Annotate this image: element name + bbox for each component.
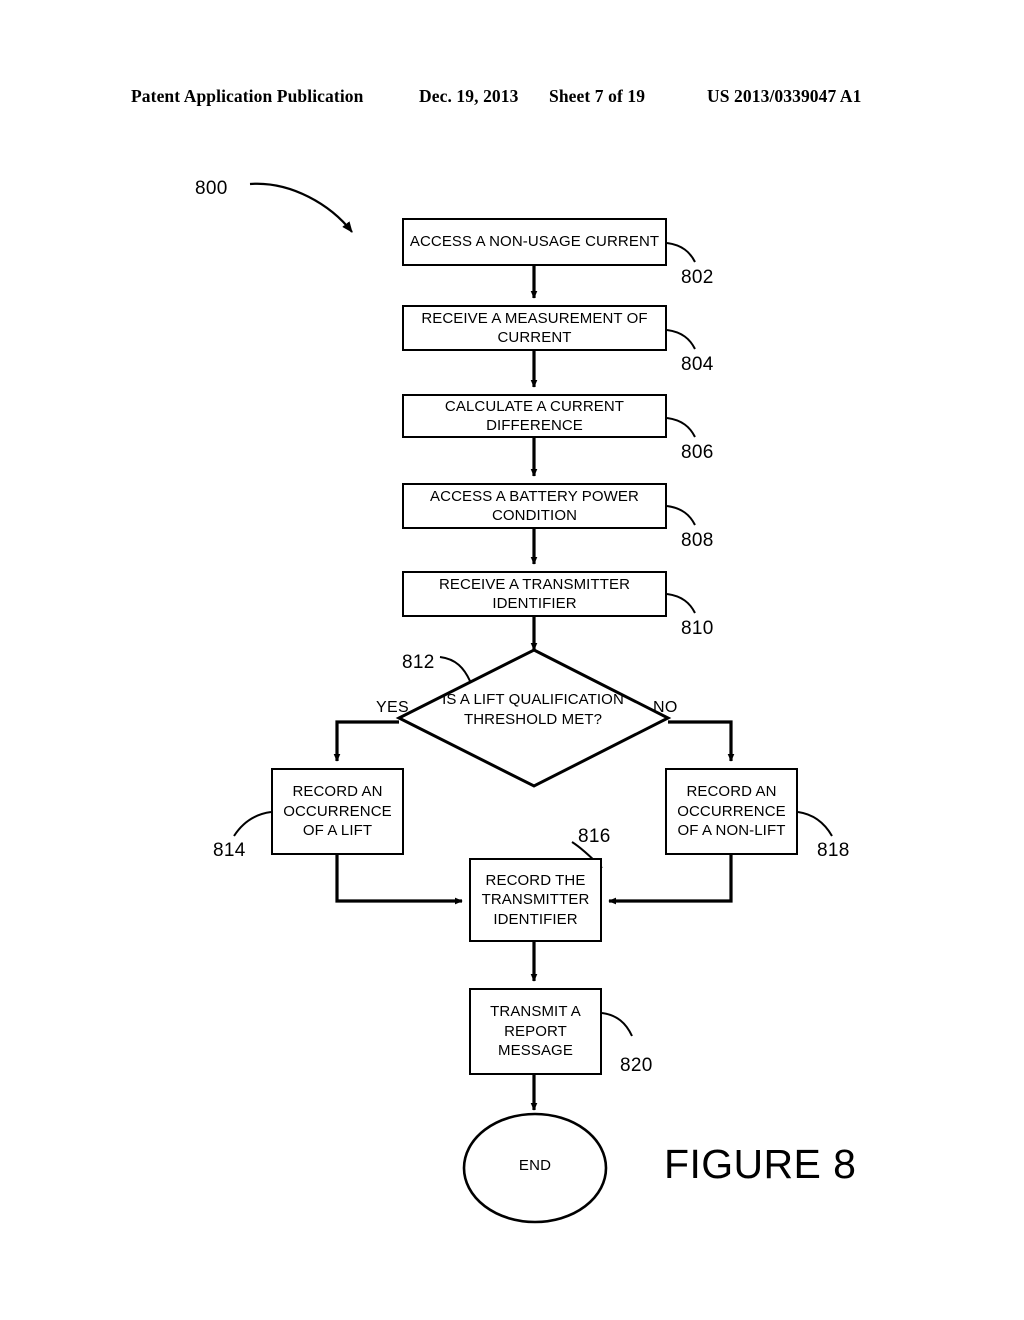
process-box-818-label: RECORD AN OCCURRENCE OF A NON-LIFT <box>677 783 786 840</box>
reference-numeral-816: 816 <box>578 826 611 847</box>
process-box-806-label: CALCULATE A CURRENT DIFFERENCE <box>444 397 625 435</box>
process-box-802[interactable]: ACCESS A NON-USAGE CURRENT <box>402 218 667 266</box>
reference-numeral-814: 814 <box>213 840 246 861</box>
terminator-end-label: END <box>518 1157 552 1174</box>
reference-numeral-818: 818 <box>817 840 850 861</box>
process-box-806[interactable]: CALCULATE A CURRENT DIFFERENCE <box>402 394 667 438</box>
process-box-820[interactable]: TRANSMIT A REPORT MESSAGE <box>469 988 602 1075</box>
branch-label-no: NO <box>653 699 678 716</box>
process-box-816-label: RECORD THE TRANSMITTER IDENTIFIER <box>481 871 590 928</box>
ref-leader-812 <box>439 656 471 682</box>
process-box-820-label: TRANSMIT A REPORT MESSAGE <box>490 1003 581 1060</box>
process-box-810[interactable]: RECEIVE A TRANSMITTER IDENTIFIER <box>402 571 667 617</box>
reference-numeral-820: 820 <box>620 1055 653 1076</box>
connector-yes-814 <box>333 720 399 762</box>
ref-leader-806 <box>666 417 696 438</box>
ref-leader-818 <box>797 811 833 837</box>
ref-leader-814 <box>233 811 272 837</box>
process-box-802-label: ACCESS A NON-USAGE CURRENT <box>409 233 660 251</box>
figure-caption: FIGURE 8 <box>664 1141 857 1187</box>
process-box-804[interactable]: RECEIVE A MEASUREMENT OF CURRENT <box>402 305 667 351</box>
ref-leader-820 <box>601 1012 633 1037</box>
ref-leader-802 <box>666 242 696 263</box>
process-box-804-label: RECEIVE A MEASUREMENT OF CURRENT <box>421 309 648 347</box>
flowchart-figure: ACCESS A NON-USAGE CURRENT RECEIVE A MEA… <box>0 0 1024 1320</box>
reference-numeral-804: 804 <box>681 354 714 375</box>
ref-leader-810 <box>666 593 696 614</box>
connector-no-818 <box>668 720 735 762</box>
reference-numeral-802: 802 <box>681 267 714 288</box>
reference-numeral-808: 808 <box>681 530 714 551</box>
process-box-814[interactable]: RECORD AN OCCURRENCE OF A LIFT <box>271 768 404 855</box>
flow-label-leader-800 <box>249 182 353 233</box>
process-box-808-label: ACCESS A BATTERY POWER CONDITION <box>430 487 639 525</box>
reference-numeral-810: 810 <box>681 618 714 639</box>
connector-818-816 <box>608 855 733 905</box>
process-box-808[interactable]: ACCESS A BATTERY POWER CONDITION <box>402 483 667 529</box>
ref-leader-808 <box>666 505 696 526</box>
reference-numeral-806: 806 <box>681 442 714 463</box>
process-box-818[interactable]: RECORD AN OCCURRENCE OF A NON-LIFT <box>665 768 798 855</box>
reference-numeral-800: 800 <box>195 178 228 199</box>
process-box-810-label: RECEIVE A TRANSMITTER IDENTIFIER <box>438 575 631 613</box>
connector-814-816 <box>335 855 463 905</box>
decision-box-812-label: IS A LIFT QUALIFICATION THRESHOLD MET? <box>442 691 624 728</box>
flowchart-connectors <box>233 182 833 1224</box>
branch-label-yes: YES <box>376 699 409 716</box>
process-box-814-label: RECORD AN OCCURRENCE OF A LIFT <box>283 783 392 840</box>
reference-numeral-812: 812 <box>402 652 435 673</box>
process-box-816[interactable]: RECORD THE TRANSMITTER IDENTIFIER <box>469 858 602 942</box>
ref-leader-804 <box>666 329 696 350</box>
